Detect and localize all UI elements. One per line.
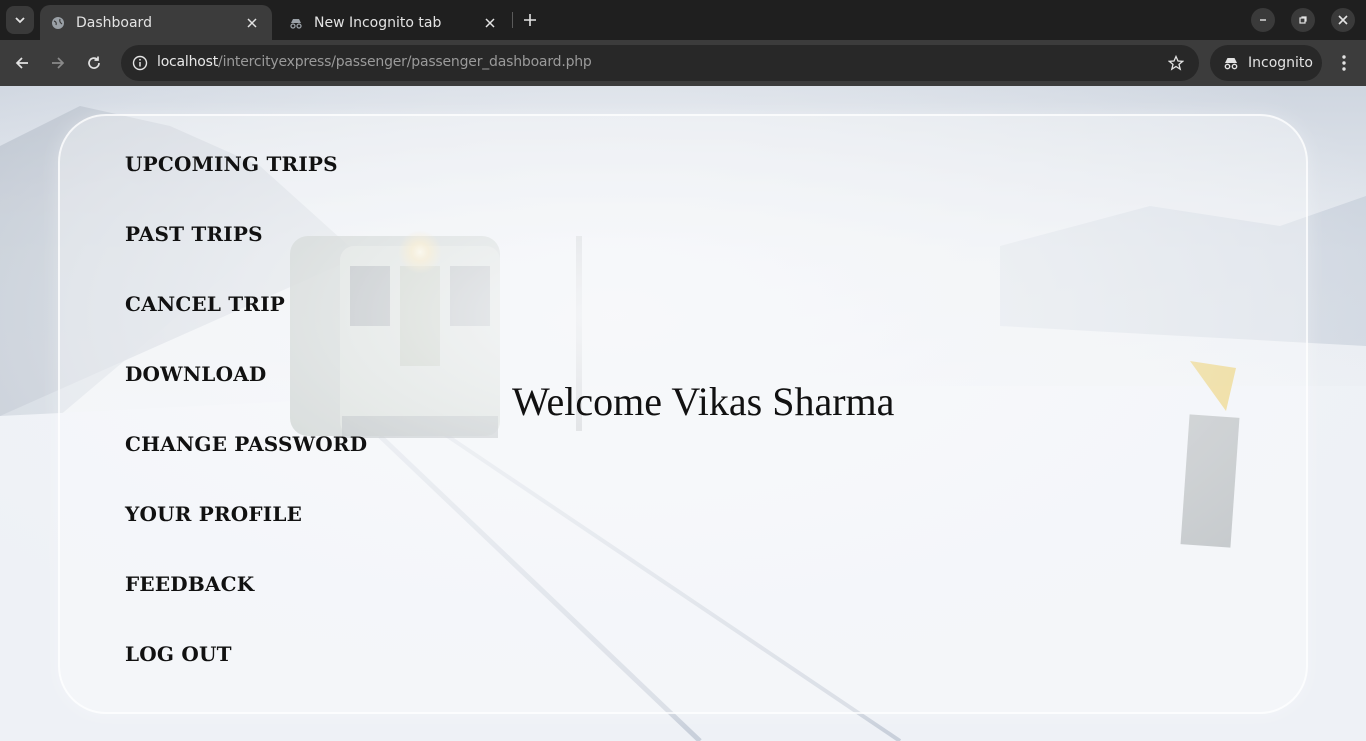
download-link[interactable]: DOWNLOAD (125, 362, 266, 386)
close-icon (1338, 15, 1348, 25)
plus-icon (524, 14, 536, 26)
page-viewport: UPCOMING TRIPS PAST TRIPS CANCEL TRIP DO… (0, 86, 1366, 741)
reload-icon (88, 56, 100, 69)
incognito-label: Incognito (1248, 55, 1313, 71)
restore-button[interactable] (1291, 8, 1315, 32)
reload-button[interactable] (80, 49, 108, 77)
browser-toolbar: localhost/intercityexpress/passenger/pas… (0, 40, 1366, 86)
new-tab-button[interactable] (518, 8, 542, 32)
url-text: localhost/intercityexpress/passenger/pas… (157, 54, 592, 70)
arrow-left-icon (15, 57, 28, 69)
past-trips-link[interactable]: PAST TRIPS (125, 222, 263, 246)
tab-strip: Dashboard New Incognito tab (0, 0, 1366, 40)
restore-icon (1299, 16, 1307, 24)
feedback-link[interactable]: FEEDBACK (125, 572, 254, 596)
tab-separator (512, 12, 513, 28)
close-window-button[interactable] (1331, 8, 1355, 32)
sidebar-item-download: DOWNLOAD (125, 360, 367, 430)
tab-search-button[interactable] (6, 6, 34, 34)
sidebar-item-past-trips: PAST TRIPS (125, 220, 367, 290)
arrow-right-icon (52, 57, 65, 69)
incognito-indicator[interactable]: Incognito (1210, 45, 1322, 81)
tab-title: New Incognito tab (314, 14, 442, 31)
incognito-icon (288, 15, 304, 31)
incognito-icon (1222, 54, 1240, 72)
url-host: localhost (157, 54, 219, 70)
chevron-down-icon (15, 17, 25, 24)
log-out-link[interactable]: LOG OUT (125, 642, 232, 666)
sidebar-item-upcoming-trips: UPCOMING TRIPS (125, 150, 367, 220)
forward-button[interactable] (44, 49, 72, 77)
tab-title: Dashboard (76, 14, 152, 31)
url-path: /intercityexpress/passenger/passenger_da… (218, 54, 592, 70)
bookmark-star-icon[interactable] (1165, 52, 1187, 74)
sidebar-item-change-password: CHANGE PASSWORD (125, 430, 367, 500)
kebab-menu-icon (1342, 55, 1346, 71)
sidebar-item-log-out: LOG OUT (125, 640, 367, 710)
dashboard-panel: UPCOMING TRIPS PAST TRIPS CANCEL TRIP DO… (58, 114, 1308, 714)
minimize-button[interactable] (1251, 8, 1275, 32)
sidebar-item-cancel-trip: CANCEL TRIP (125, 290, 367, 360)
site-info-icon[interactable] (129, 52, 151, 74)
tab-dashboard[interactable]: Dashboard (40, 5, 272, 40)
tab-new-incognito[interactable]: New Incognito tab (278, 5, 510, 40)
sidebar-item-feedback: FEEDBACK (125, 570, 367, 640)
sidebar-item-your-profile: YOUR PROFILE (125, 500, 367, 570)
minimize-icon (1260, 19, 1266, 21)
welcome-heading: Welcome Vikas Sharma (512, 379, 895, 424)
close-tab-icon[interactable] (242, 13, 262, 33)
back-button[interactable] (8, 49, 36, 77)
browser-menu-button[interactable] (1331, 49, 1357, 77)
upcoming-trips-link[interactable]: UPCOMING TRIPS (125, 152, 338, 176)
globe-icon (50, 15, 66, 31)
close-tab-icon[interactable] (480, 13, 500, 33)
address-bar[interactable]: localhost/intercityexpress/passenger/pas… (121, 45, 1199, 81)
sidebar-nav: UPCOMING TRIPS PAST TRIPS CANCEL TRIP DO… (125, 150, 367, 710)
cancel-trip-link[interactable]: CANCEL TRIP (125, 292, 285, 316)
your-profile-link[interactable]: YOUR PROFILE (125, 502, 302, 526)
change-password-link[interactable]: CHANGE PASSWORD (125, 432, 367, 456)
